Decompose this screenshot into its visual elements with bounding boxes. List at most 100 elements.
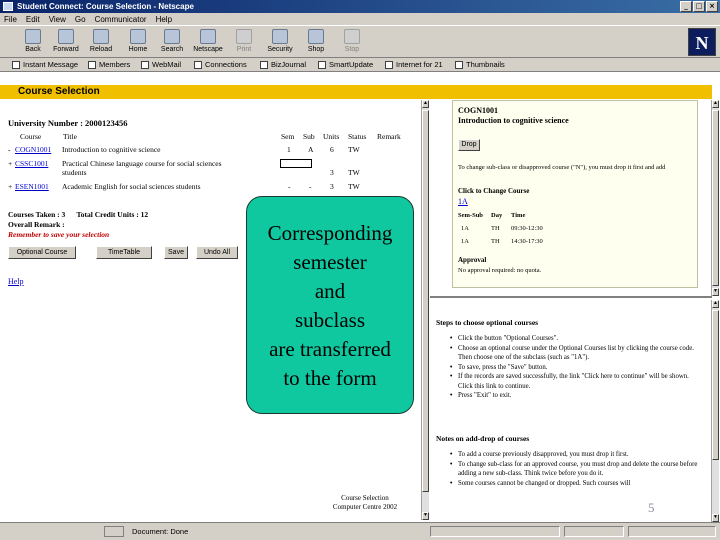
print-button[interactable]: Print xyxy=(229,28,259,57)
maximize-button[interactable]: □ xyxy=(693,1,705,12)
netscape-button[interactable]: Netscape xyxy=(193,28,223,57)
shop-icon xyxy=(308,29,324,44)
steps-heading: Steps to choose optional courses xyxy=(436,318,539,327)
bookmark-thumbnails[interactable]: Thumbnails xyxy=(455,60,505,69)
callout-line: subclass xyxy=(295,308,365,332)
scroll-down-arrow-icon[interactable]: ▼ xyxy=(712,514,719,522)
stop-button[interactable]: Stop xyxy=(337,28,367,57)
bookmark-smartupdate[interactable]: SmartUpdate xyxy=(318,60,373,69)
scroll-down-arrow-icon[interactable]: ▼ xyxy=(712,288,719,296)
bookmark-icon xyxy=(194,60,202,69)
bookmark-connections[interactable]: Connections xyxy=(194,60,247,69)
university-number: University Number : 2000123456 xyxy=(8,118,128,128)
netscape-logo-icon[interactable]: N xyxy=(688,28,716,56)
list-item: Choose an optional course under the Opti… xyxy=(450,344,700,363)
scrollbar-thumb[interactable] xyxy=(712,110,719,286)
footer-line-2: Computer Centre 2002 xyxy=(332,503,398,511)
print-icon xyxy=(236,29,252,44)
scrollbar-thumb[interactable] xyxy=(712,310,719,460)
course-status: TW xyxy=(348,145,360,154)
callout-line: Corresponding xyxy=(267,221,393,245)
scroll-down-arrow-icon[interactable]: ▼ xyxy=(422,512,429,520)
frame-divider[interactable] xyxy=(430,296,712,298)
subclass-link[interactable]: 1A xyxy=(458,197,468,206)
callout-line: semester xyxy=(293,250,367,274)
bookmark-icon xyxy=(455,60,463,69)
title-bar: Student Connect: Course Selection - Nets… xyxy=(0,0,720,13)
courses-taken: Courses Taken : 3 xyxy=(8,210,66,219)
list-item: To add a course previously disapproved, … xyxy=(450,450,700,460)
bookmark-instant-message[interactable]: Instant Message xyxy=(12,60,78,69)
netscape-icon xyxy=(200,29,216,44)
course-sub: A xyxy=(308,145,314,154)
scroll-up-arrow-icon[interactable]: ▲ xyxy=(712,100,719,108)
row-marker[interactable]: + xyxy=(8,159,12,168)
forward-button[interactable]: Forward xyxy=(51,28,81,57)
security-button[interactable]: Security xyxy=(265,28,295,57)
detail-frame-scrollbar[interactable]: ▲ ▼ xyxy=(711,100,719,296)
callout-line: are transferred xyxy=(269,337,391,361)
menu-go[interactable]: Go xyxy=(75,15,86,24)
save-button[interactable]: Save xyxy=(164,246,188,259)
scroll-up-arrow-icon[interactable]: ▲ xyxy=(712,300,719,308)
reload-button[interactable]: Reload xyxy=(86,28,116,57)
course-title: Academic English for social sciences stu… xyxy=(62,182,201,191)
scroll-up-arrow-icon[interactable]: ▲ xyxy=(422,100,429,108)
scrollbar-thumb[interactable] xyxy=(422,110,429,492)
list-item: Press "Exit" to exit. xyxy=(450,391,700,401)
course-code-link[interactable]: ESEN1001 xyxy=(15,182,49,191)
course-code-link[interactable]: COGN1001 xyxy=(15,145,51,154)
minimize-button[interactable]: _ xyxy=(680,1,692,12)
menu-communicator[interactable]: Communicator xyxy=(95,15,147,24)
window-title: Student Connect: Course Selection - Nets… xyxy=(17,2,194,11)
bookmark-internet-for-21[interactable]: Internet for 21 xyxy=(385,60,443,69)
column-header-course: Course xyxy=(20,132,42,141)
bookmark-icon xyxy=(385,60,393,69)
course-status: TW xyxy=(348,168,360,177)
list-item: To change sub-class for an approved cour… xyxy=(450,460,700,479)
help-link[interactable]: Help xyxy=(8,277,24,286)
course-code-link[interactable]: CSSC1001 xyxy=(15,159,48,168)
column-header-status: Status xyxy=(348,132,367,141)
row-marker[interactable]: - xyxy=(8,145,11,154)
close-button[interactable]: × xyxy=(706,1,718,12)
undo-all-button[interactable]: Undo All xyxy=(196,246,238,259)
help-frame: Steps to choose optional courses Click t… xyxy=(432,300,710,522)
menu-help[interactable]: Help xyxy=(156,15,172,24)
connection-status-icon xyxy=(104,526,124,537)
shop-button[interactable]: Shop xyxy=(301,28,331,57)
list-item: To save, press the "Save" button. xyxy=(450,363,700,373)
page-heading-bar: Course Selection xyxy=(0,85,712,99)
menu-file[interactable]: File xyxy=(4,15,17,24)
list-item: If the records are saved successfully, t… xyxy=(450,372,700,391)
menu-view[interactable]: View xyxy=(49,15,66,24)
steps-list: Click the button "Optional Courses". Cho… xyxy=(450,334,700,401)
bookmark-bizjournal[interactable]: BizJournal xyxy=(260,60,306,69)
drop-button[interactable]: Drop xyxy=(458,139,480,151)
back-button[interactable]: Back xyxy=(18,28,48,57)
course-units: 3 xyxy=(330,182,334,191)
sem-sub-input-box[interactable] xyxy=(280,159,312,168)
left-frame-scrollbar[interactable]: ▲ ▼ xyxy=(421,100,429,520)
help-frame-scrollbar[interactable]: ▲ ▼ xyxy=(711,300,719,522)
row-marker[interactable]: + xyxy=(8,182,12,191)
search-button[interactable]: Search xyxy=(157,28,187,57)
course-status: TW xyxy=(348,182,360,191)
bookmark-webmail[interactable]: WebMail xyxy=(141,60,181,69)
navigation-toolbar: Back Forward Reload Home Search Netscape… xyxy=(0,25,720,58)
home-icon xyxy=(130,29,146,44)
bookmark-members[interactable]: Members xyxy=(88,60,130,69)
menu-edit[interactable]: Edit xyxy=(26,15,40,24)
home-button[interactable]: Home xyxy=(123,28,153,57)
reload-icon xyxy=(93,29,109,44)
course-sub: - xyxy=(309,182,312,191)
footer-line-1: Course Selection xyxy=(341,494,389,502)
detail-cell: 1A xyxy=(461,225,469,232)
notes-list: To add a course previously disapproved, … xyxy=(450,450,700,488)
course-detail-frame: COGN1001 Introduction to cognitive scien… xyxy=(452,100,698,288)
course-sem: - xyxy=(288,182,291,191)
back-icon xyxy=(25,29,41,44)
optional-course-button[interactable]: Optional Course xyxy=(8,246,76,259)
detail-col-day: Day xyxy=(491,212,503,219)
timetable-button[interactable]: TimeTable xyxy=(96,246,152,259)
